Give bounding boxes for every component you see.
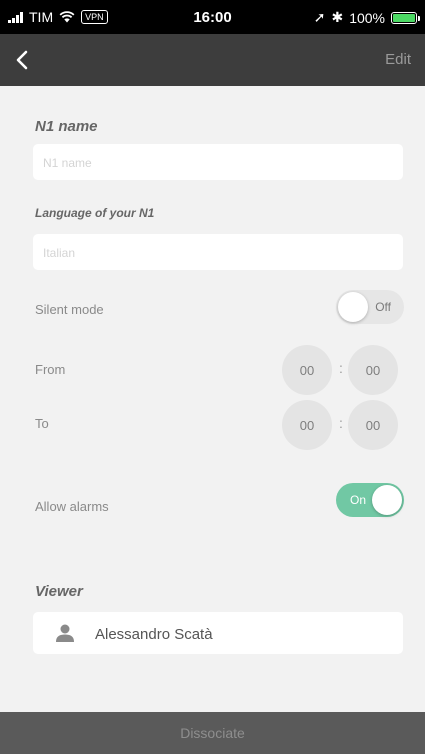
battery-icon	[391, 11, 420, 24]
toggle-knob	[338, 292, 368, 322]
to-label: To	[35, 416, 49, 431]
silent-mode-toggle[interactable]: Off	[336, 290, 404, 324]
to-separator: :	[339, 415, 343, 431]
location-icon: ➚	[313, 9, 326, 25]
viewer-name: Alessandro Scatà	[95, 626, 213, 643]
allow-alarms-state: On	[350, 493, 367, 507]
from-hours-picker[interactable]: 00	[282, 345, 332, 395]
device-name-title: N1 name	[35, 118, 98, 135]
edit-button[interactable]: Edit	[385, 51, 411, 68]
nav-bar: Edit	[0, 34, 425, 86]
to-hours-picker[interactable]: 00	[282, 400, 332, 450]
settings-content: N1 name N1 name Language of your N1 Ital…	[0, 86, 425, 712]
silent-mode-state: Off	[375, 300, 391, 314]
bluetooth-icon: ✱	[331, 9, 344, 25]
language-title: Language of your N1	[35, 206, 155, 220]
status-right: ➚ ✱ 100%	[313, 9, 420, 26]
language-select[interactable]: Italian	[33, 234, 403, 270]
chevron-left-icon[interactable]	[14, 50, 32, 70]
allow-alarms-label: Allow alarms	[35, 499, 109, 514]
from-label: From	[35, 362, 66, 377]
silent-mode-label: Silent mode	[35, 302, 104, 317]
viewer-list-item[interactable]: Alessandro Scatà	[33, 612, 403, 654]
user-icon	[56, 624, 74, 642]
from-separator: :	[339, 360, 343, 376]
status-bar: TIM VPN 16:00 ➚ ✱ 100%	[0, 0, 425, 34]
battery-percent: 100%	[349, 9, 385, 26]
to-minutes-picker[interactable]: 00	[348, 400, 398, 450]
device-name-input[interactable]: N1 name	[33, 144, 403, 180]
toggle-knob	[372, 485, 402, 515]
viewer-title: Viewer	[35, 583, 83, 600]
dissociate-button[interactable]: Dissociate	[0, 712, 425, 754]
from-minutes-picker[interactable]: 00	[348, 345, 398, 395]
allow-alarms-toggle[interactable]: On	[336, 483, 404, 517]
